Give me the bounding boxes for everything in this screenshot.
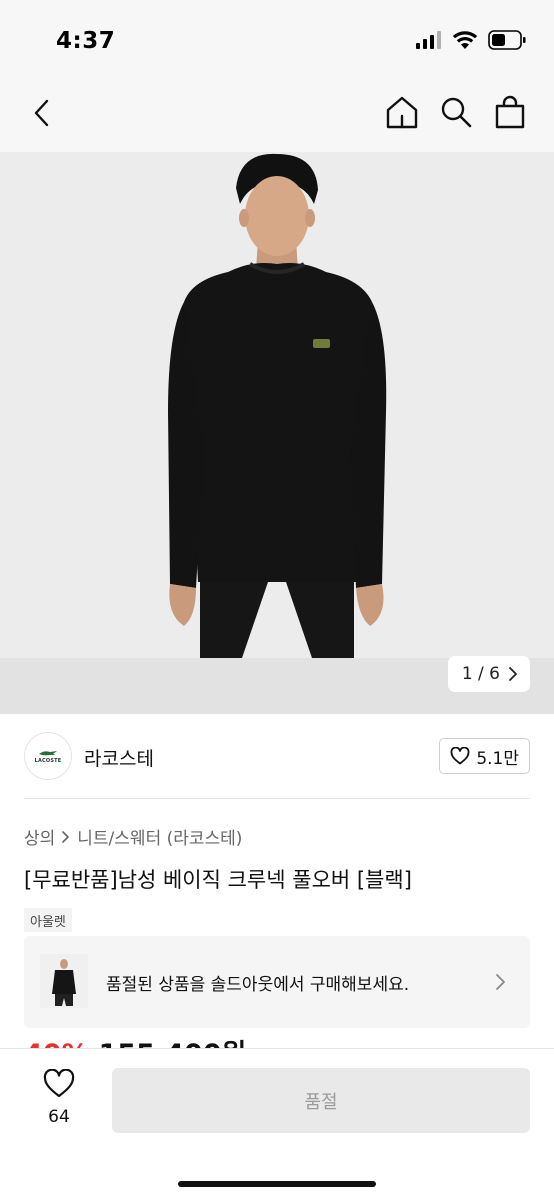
chevron-right-icon [62,830,70,843]
search-icon [441,97,472,128]
home-indicator [178,1181,376,1187]
breadcrumb-level2[interactable]: 니트/스웨터 (라코스테) [77,824,242,849]
outlet-tag: 아울렛 [24,908,72,932]
product-image-gallery[interactable]: 1 / 6 [0,152,554,714]
brand-logo-text: LACOSTE [34,757,62,764]
wishlist-button[interactable]: 64 [36,1068,82,1127]
chevron-right-icon [496,974,505,990]
status-bar: 4:37 [0,0,554,86]
brand-like-button[interactable]: 5.1만 [439,738,530,774]
brand-logo[interactable]: LACOSTE [24,732,72,780]
bottom-action-bar: 64 품절 [0,1048,554,1200]
product-title: [무료반품]남성 베이직 크루넥 풀오버 [블랙] [24,868,412,892]
home-button[interactable] [384,94,420,130]
wishlist-count: 64 [48,1107,70,1127]
nav-bar [0,86,554,152]
soldout-banner-text: 품절된 상품을 솔드아웃에서 구매해보세요. [106,975,410,995]
cellular-signal-icon [416,31,442,53]
back-button[interactable] [26,96,60,130]
section-divider [24,798,530,799]
crocodile-logo-icon [39,750,57,755]
brand-row[interactable]: LACOSTE 라코스테 5.1만 [24,732,530,782]
chevron-right-icon [509,667,517,681]
shopping-bag-icon [495,95,525,129]
status-time: 4:37 [56,28,116,54]
breadcrumb-level1[interactable]: 상의 [24,824,55,849]
breadcrumb: 상의 니트/스웨터 (라코스테) [24,824,242,849]
battery-icon [488,30,526,54]
brand-like-count: 5.1만 [476,748,519,769]
home-icon [386,96,418,129]
image-counter[interactable]: 1 / 6 [447,656,530,692]
brand-name[interactable]: 라코스테 [84,744,154,771]
chevron-left-icon [34,99,49,127]
soldout-banner[interactable]: 품절된 상품을 솔드아웃에서 구매해보세요. [24,936,530,1028]
status-icons [416,30,526,54]
soldout-thumbnail [40,954,88,1008]
heart-outline-icon [450,747,470,765]
nav-actions [384,94,528,130]
wifi-icon [452,30,478,54]
product-model-image [168,153,387,658]
image-counter-label: 1 / 6 [461,664,500,684]
cart-button[interactable] [492,94,528,130]
heart-outline-icon [43,1068,75,1098]
soldout-cta-button[interactable]: 품절 [112,1068,530,1133]
search-button[interactable] [438,94,474,130]
